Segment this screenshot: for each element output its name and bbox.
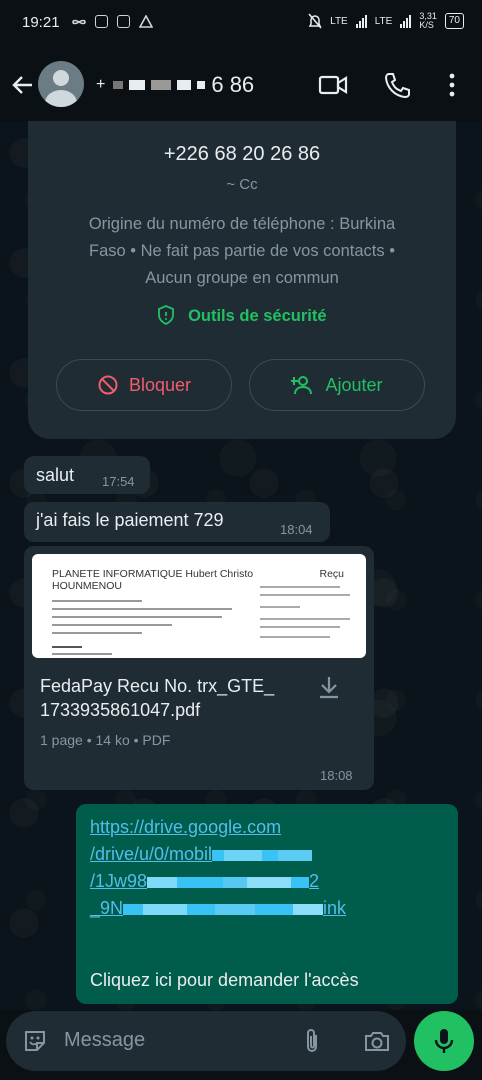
document-filename: FedaPay Recu No. trx_GTE_ 1733935861047.… [40,676,275,720]
voice-call-icon[interactable] [382,70,412,100]
back-arrow-icon[interactable] [8,70,38,100]
drive-link[interactable]: https://drive.google.com /drive/u/0/mobi… [90,814,346,922]
video-call-icon[interactable] [318,70,348,100]
message-time: 18:04 [280,522,313,537]
network-type-1: LTE [330,15,348,27]
contact-phone-number: +226 68 20 26 86 [163,143,321,165]
message-time: 18:08 [320,768,353,783]
security-tools-link[interactable]: Outils de sécurité [28,305,456,326]
block-icon [98,375,118,395]
contact-origin-text: Origine du numéro de téléphone : Burkina… [88,215,396,287]
contact-name[interactable]: + 6 86 [96,72,254,98]
document-meta: 1 page • 14 ko • PDF [40,732,171,748]
battery-indicator: 70 [444,13,464,29]
document-preview[interactable]: PLANETE INFORMATIQUE Hubert Christo HOUN… [32,554,366,658]
message-time: 17:54 [102,474,135,489]
status-time: 19:21 [22,14,60,31]
office-icon [117,15,130,28]
sticker-icon[interactable] [22,1028,48,1054]
network-type-2: LTE [374,15,393,27]
shield-icon [158,305,175,326]
mute-icon [308,13,322,29]
camera-icon[interactable] [363,1028,391,1054]
status-bar: 19:21 LTE LTE 3,31 K/S 70 [0,0,482,48]
contact-info-card: +226 68 20 26 86 ~ Cc Origine du numéro … [28,121,456,439]
contact-avatar[interactable] [38,61,84,107]
signal-icon [355,14,367,28]
more-options-icon[interactable] [440,70,464,100]
signal-icon-2 [400,14,412,28]
voice-message-button[interactable] [414,1011,474,1071]
add-person-icon [291,376,313,395]
network-speed: 3,31 K/S [419,11,437,30]
message-text: salut [36,465,75,485]
chat-header: + 6 86 [0,48,482,122]
attach-icon[interactable] [302,1027,322,1055]
block-button[interactable]: Bloquer [56,359,232,411]
drive-icon [139,15,153,28]
system-status-icons: LTE LTE 3,31 K/S 70 [308,12,464,30]
add-contact-button[interactable]: Ajouter [249,359,425,411]
instagram-icon [95,15,108,28]
contact-alias: ~ Cc [226,176,258,193]
infinity-icon [72,19,86,25]
incoming-message[interactable]: salut 17:54 [24,456,150,494]
incoming-document-message[interactable]: PLANETE INFORMATIQUE Hubert Christo HOUN… [24,546,374,790]
outgoing-link-message[interactable]: https://drive.google.com /drive/u/0/mobi… [76,804,458,1004]
message-input[interactable]: Message [64,1029,145,1052]
message-composer[interactable]: Message [6,1011,406,1071]
message-text: j'ai fais le paiement 729 [36,510,224,530]
request-access-text: Cliquez ici pour demander l'accès [90,970,359,990]
microphone-icon [434,1029,454,1053]
incoming-message[interactable]: j'ai fais le paiement 729 18:04 [24,502,330,542]
download-icon[interactable] [316,674,342,700]
notification-icons [72,15,153,29]
